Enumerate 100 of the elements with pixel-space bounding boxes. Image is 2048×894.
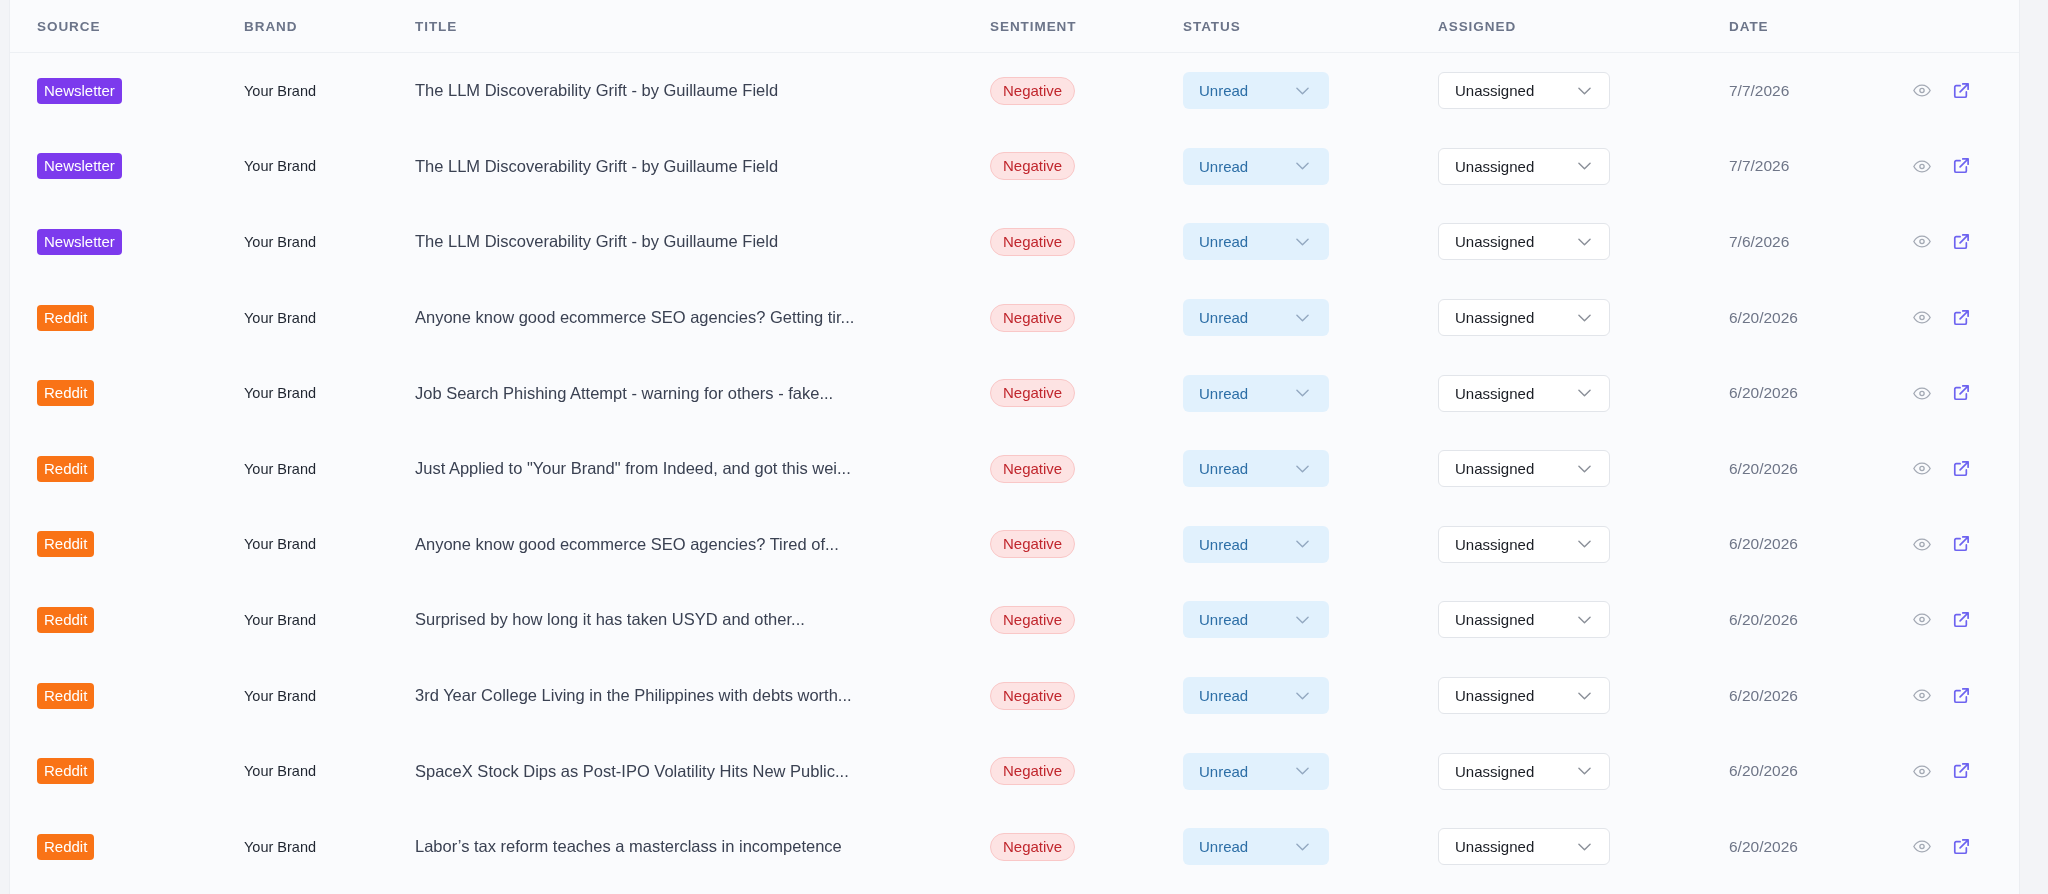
assignee-dropdown[interactable]: Unassigned xyxy=(1438,752,1610,790)
brand-text: Your Brand xyxy=(244,158,317,175)
column-header: TITLE xyxy=(415,18,458,34)
status-dropdown[interactable]: Unread xyxy=(1183,223,1329,261)
assignee-dropdown[interactable]: Unassigned xyxy=(1438,828,1610,866)
status-dropdown[interactable]: Unread xyxy=(1183,450,1329,488)
assignee-dropdown[interactable]: Unassigned xyxy=(1438,601,1610,639)
status-dropdown[interactable]: Unread xyxy=(1183,525,1329,563)
external-link-icon[interactable] xyxy=(1953,611,1969,628)
eye-icon[interactable] xyxy=(1913,159,1931,173)
eye-icon[interactable] xyxy=(1913,386,1931,400)
chevron-down-icon xyxy=(1578,162,1591,171)
chevron-down-icon xyxy=(1296,464,1309,473)
chevron-down-icon xyxy=(1296,842,1309,851)
title-text: SpaceX Stock Dips as Post-IPO Volatility Hits New Public... xyxy=(415,761,849,781)
status-dropdown[interactable]: Unread xyxy=(1183,72,1329,110)
sentiment-badge: Negative xyxy=(990,454,1076,483)
external-link-icon[interactable] xyxy=(1953,309,1969,326)
sentiment-badge: Negative xyxy=(990,530,1076,559)
assignee-dropdown[interactable]: Unassigned xyxy=(1438,147,1610,185)
source-tag: Reddit xyxy=(37,833,95,860)
eye-icon[interactable] xyxy=(1913,462,1931,476)
date-text: 7/7/2026 xyxy=(1729,81,1790,100)
chevron-down-icon xyxy=(1578,238,1591,246)
title-text: Anyone know good ecommerce SEO agencies? Getting tir... xyxy=(415,308,855,328)
external-link-icon[interactable] xyxy=(1953,158,1969,175)
title-text: Anyone know good ecommerce SEO agencies? Tired of... xyxy=(415,534,839,554)
brand-text: Your Brand xyxy=(244,838,317,855)
status-dropdown[interactable]: Unread xyxy=(1183,677,1329,715)
date-text: 6/20/2026 xyxy=(1729,308,1798,327)
eye-icon[interactable] xyxy=(1913,840,1931,854)
assignee-dropdown[interactable]: Unassigned xyxy=(1438,677,1610,715)
brand-text: Your Brand xyxy=(244,460,317,477)
external-link-icon[interactable] xyxy=(1953,536,1969,553)
source-tag: Newsletter xyxy=(37,153,122,180)
source-tag: Reddit xyxy=(37,380,95,407)
chevron-down-icon xyxy=(1296,162,1309,171)
chevron-down-icon xyxy=(1296,313,1309,322)
sentiment-badge: Negative xyxy=(990,379,1076,408)
sentiment-badge: Negative xyxy=(990,303,1076,332)
eye-icon[interactable] xyxy=(1913,84,1931,98)
title-text: 3rd Year College Living in the Philippines with debts worth... xyxy=(415,686,852,706)
status-dropdown[interactable]: Unread xyxy=(1183,828,1329,866)
date-text: 6/20/2026 xyxy=(1729,610,1798,629)
column-header: SENTIMENT xyxy=(990,18,1077,34)
chevron-down-icon xyxy=(1296,540,1309,549)
external-link-icon[interactable] xyxy=(1953,460,1969,477)
date-text: 6/20/2026 xyxy=(1729,384,1798,403)
brand-text: Your Brand xyxy=(244,309,317,326)
assignee-dropdown[interactable]: Unassigned xyxy=(1438,72,1610,110)
source-tag: Reddit xyxy=(37,531,95,558)
column-header: STATUS xyxy=(1183,18,1241,34)
brand-text: Your Brand xyxy=(244,82,317,99)
chevron-down-icon xyxy=(1296,767,1309,776)
external-link-icon[interactable] xyxy=(1953,687,1969,704)
column-header: BRAND xyxy=(244,18,298,34)
chevron-down-icon xyxy=(1296,615,1309,624)
title-text: Just Applied to "Your Brand" from Indeed, and got this wei... xyxy=(415,459,851,479)
source-tag: Reddit xyxy=(37,682,95,709)
column-header: DATE xyxy=(1729,18,1769,34)
assignee-dropdown[interactable]: Unassigned xyxy=(1438,374,1610,412)
assignee-dropdown[interactable]: Unassigned xyxy=(1438,299,1610,337)
eye-icon[interactable] xyxy=(1913,613,1931,627)
status-dropdown[interactable]: Unread xyxy=(1183,752,1329,790)
title-text: Surprised by how long it has taken USYD and other... xyxy=(415,610,805,630)
date-text: 7/6/2026 xyxy=(1729,233,1790,251)
external-link-icon[interactable] xyxy=(1953,234,1969,250)
date-text: 7/7/2026 xyxy=(1729,157,1790,176)
chevron-down-icon xyxy=(1578,464,1591,473)
brand-text: Your Brand xyxy=(244,385,317,402)
chevron-down-icon xyxy=(1296,691,1309,700)
brand-text: Your Brand xyxy=(244,687,317,704)
title-text: The LLM Discoverability Grift - by Guillaume Field xyxy=(415,81,779,101)
date-text: 6/20/2026 xyxy=(1729,686,1798,705)
external-link-icon[interactable] xyxy=(1953,838,1969,855)
brand-text: Your Brand xyxy=(244,763,317,780)
eye-icon[interactable] xyxy=(1913,235,1931,249)
external-link-icon[interactable] xyxy=(1953,763,1969,780)
external-link-icon[interactable] xyxy=(1953,385,1969,402)
sentiment-badge: Negative xyxy=(990,605,1076,634)
assignee-dropdown[interactable]: Unassigned xyxy=(1438,223,1610,261)
external-link-icon[interactable] xyxy=(1953,82,1969,99)
assignee-dropdown[interactable]: Unassigned xyxy=(1438,450,1610,488)
eye-icon[interactable] xyxy=(1913,537,1931,551)
status-dropdown[interactable]: Unread xyxy=(1183,147,1329,185)
date-text: 6/20/2026 xyxy=(1729,837,1798,856)
title-text: Job Search Phishing Attempt - warning for others - fake... xyxy=(415,383,834,403)
chevron-down-icon xyxy=(1296,389,1309,398)
brand-text: Your Brand xyxy=(244,234,317,250)
status-dropdown[interactable]: Unread xyxy=(1183,374,1329,412)
chevron-down-icon xyxy=(1578,313,1591,322)
eye-icon[interactable] xyxy=(1913,311,1931,325)
chevron-down-icon xyxy=(1578,540,1591,549)
chevron-down-icon xyxy=(1296,86,1309,95)
eye-icon[interactable] xyxy=(1913,689,1931,703)
brand-text: Your Brand xyxy=(244,611,317,628)
assignee-dropdown[interactable]: Unassigned xyxy=(1438,525,1610,563)
eye-icon[interactable] xyxy=(1913,764,1931,778)
status-dropdown[interactable]: Unread xyxy=(1183,601,1329,639)
status-dropdown[interactable]: Unread xyxy=(1183,299,1329,337)
